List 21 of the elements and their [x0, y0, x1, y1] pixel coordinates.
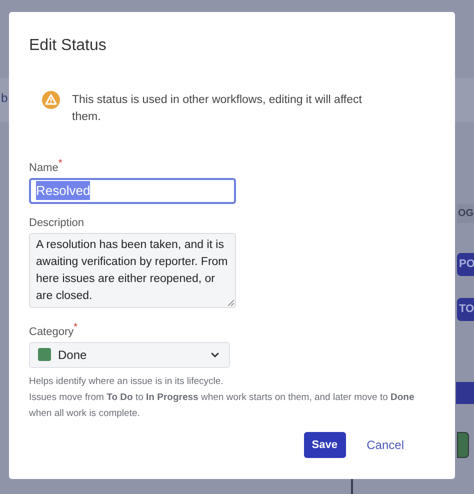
- status-node: [457, 432, 469, 458]
- resize-handle-icon[interactable]: [228, 300, 234, 306]
- required-mark: *: [58, 160, 62, 171]
- warning-icon: [42, 91, 60, 109]
- status-chip: TO: [457, 298, 474, 320]
- cancel-button[interactable]: Cancel: [366, 432, 405, 458]
- category-dropdown[interactable]: Done: [29, 342, 230, 368]
- page-text: b: [1, 90, 8, 107]
- description-text-area[interactable]: A resolution has been taken, and it is awaiting verification by reporter. From here issues are either reopened, or are closed.: [29, 233, 236, 308]
- field-label: Name: [29, 161, 58, 176]
- column-heading: OG: [457, 204, 474, 223]
- status-chip: PO: [457, 253, 474, 276]
- save-button[interactable]: Save: [304, 432, 346, 458]
- field-label: Category: [29, 326, 74, 340]
- warning-message: This status is used in other workflows, editing it will affect them.: [72, 93, 363, 125]
- field-label: Description: [29, 216, 84, 230]
- help-text: Helps identify where an issue is in its lifecycle.: [29, 374, 224, 388]
- dialog-title: Edit Status: [29, 36, 106, 56]
- status-bar-shape: [456, 382, 474, 404]
- help-text: Issues move from To Do to In Progress when work starts on them, and later move to Done when all work is complete.: [29, 390, 416, 420]
- required-mark: *: [74, 324, 78, 335]
